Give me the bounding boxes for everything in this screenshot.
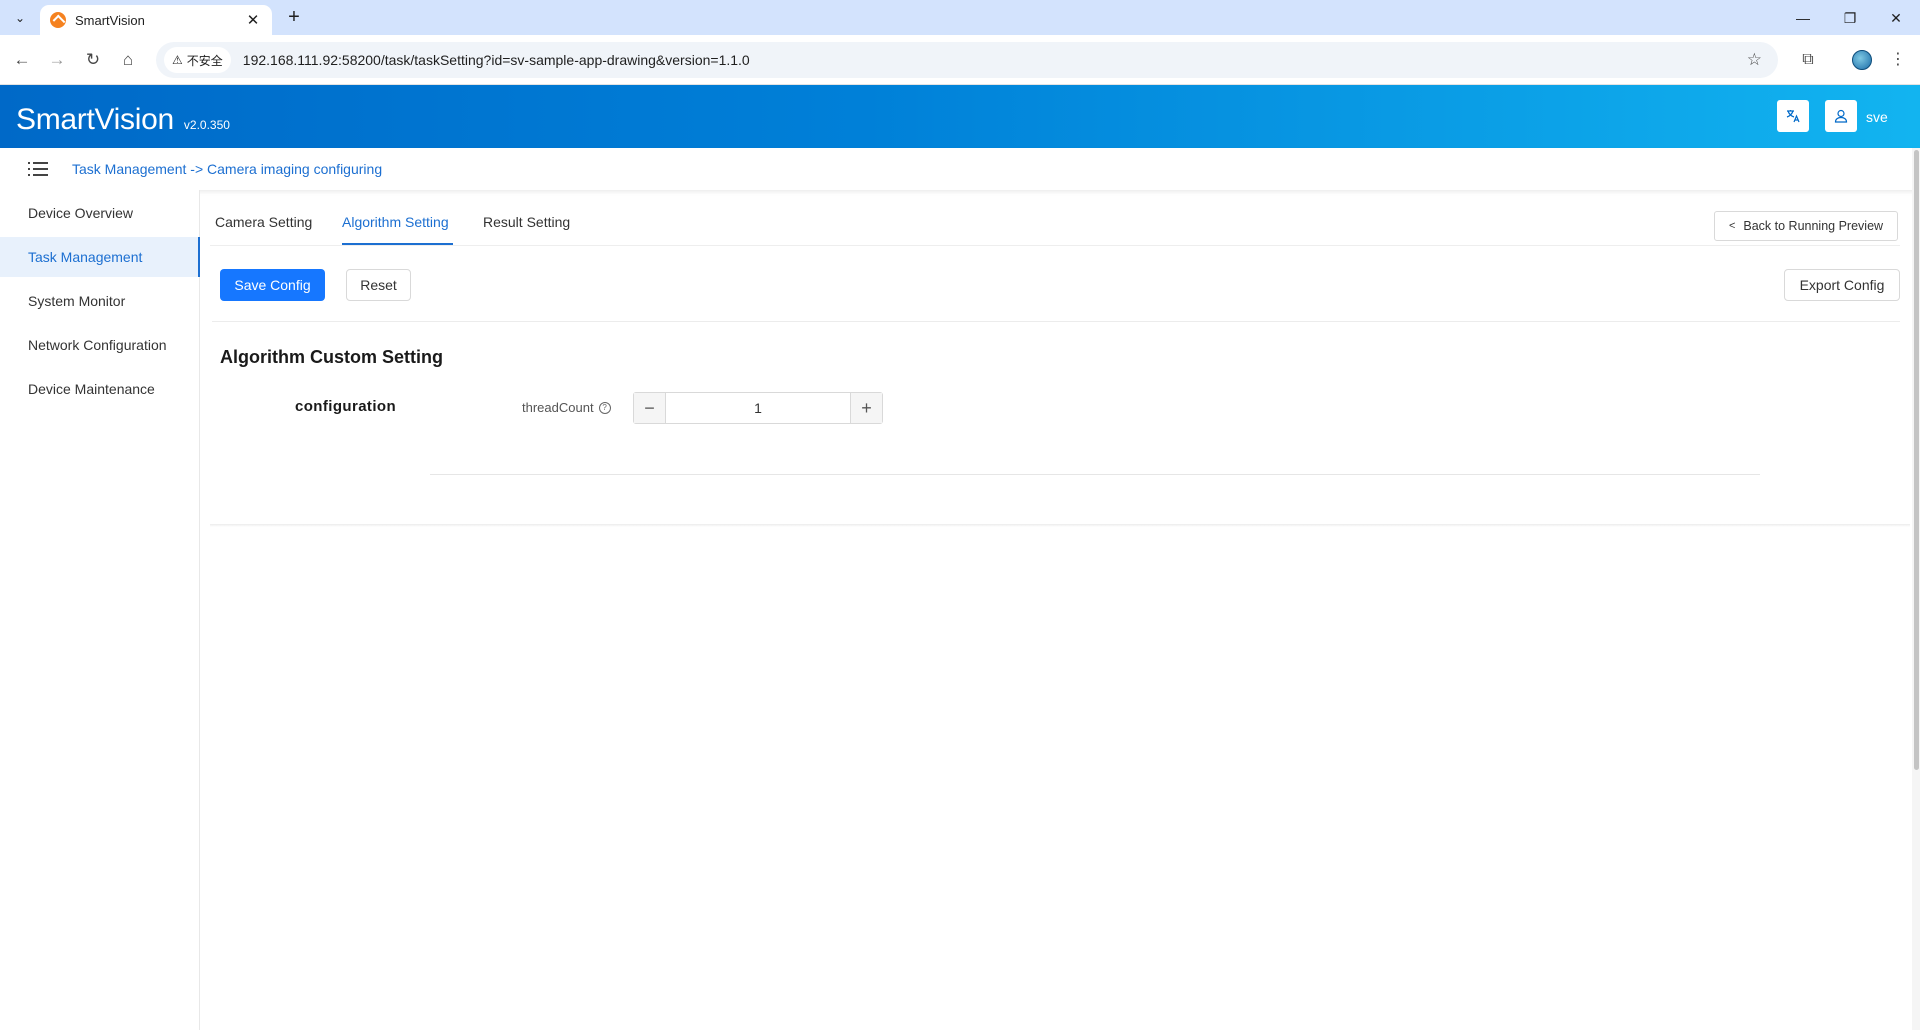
browser-tabstrip: ⌄ SmartVision ✕ + — ❐ ✕ [0,0,1920,35]
reload-icon[interactable]: ↻ [79,46,107,74]
username[interactable]: sve [1866,109,1888,125]
section-title: Algorithm Custom Setting [220,347,443,367]
app-header: SmartVision v2.0.350 sve [0,85,1920,148]
back-button-label: Back to Running Preview [1743,219,1884,233]
thread-count-label: threadCount ? [522,400,611,415]
new-tab-plus-icon[interactable]: + [282,6,306,30]
thread-count-input[interactable]: 1 [666,393,850,423]
tab-search-chevron-icon[interactable]: ⌄ [7,6,33,30]
extensions-puzzle-icon[interactable]: ⧉ [1794,46,1822,74]
close-window-icon[interactable]: ✕ [1873,6,1919,30]
config-group-label: configuration [295,398,397,415]
thread-count-stepper[interactable]: − 1 + [633,392,883,424]
breadcrumb-bar: Task Management -> Camera imaging config… [0,148,1920,190]
breadcrumb[interactable]: Task Management -> Camera imaging config… [72,161,382,177]
url-text[interactable]: 192.168.111.92:58200/task/taskSetting?id… [243,52,1747,68]
smartvision-favicon-icon [50,12,66,28]
save-config-button[interactable]: Save Config [220,269,325,301]
profile-avatar-icon[interactable] [1852,50,1872,70]
restore-icon[interactable]: ❐ [1827,6,1873,30]
reset-button[interactable]: Reset [346,269,411,301]
minimize-icon[interactable]: — [1780,6,1826,30]
toolbar-divider [212,321,1900,322]
sidebar: Device Overview Task Management System M… [0,190,200,1030]
brand-name: SmartVision [16,103,174,136]
section-divider [430,474,1760,475]
tab-camera-setting[interactable]: Camera Setting [215,214,312,230]
export-config-button[interactable]: Export Config [1784,269,1900,301]
sidebar-item-device-maintenance[interactable]: Device Maintenance [0,369,200,409]
settings-tabs: Camera Setting Algorithm Setting Result … [210,195,1900,246]
browser-tab-title: SmartVision [75,12,145,28]
user-glyph-icon [1834,109,1848,123]
page-scrollbar-thumb[interactable] [1914,150,1919,770]
back-arrow-icon[interactable]: ← [8,46,36,74]
translate-glyph-icon [1786,110,1800,123]
increment-plus-icon[interactable]: + [850,393,882,423]
bookmark-star-icon[interactable]: ☆ [1747,50,1762,70]
insecure-label: 不安全 [186,53,223,68]
language-translate-icon[interactable] [1777,100,1809,132]
card-bottom-edge [210,524,1910,527]
brand-logo: SmartVision v2.0.350 [16,103,230,137]
back-to-running-preview-button[interactable]: < Back to Running Preview [1714,211,1898,241]
active-tab-indicator [342,243,453,245]
close-tab-icon[interactable]: ✕ [244,11,262,29]
sidebar-item-network-configuration[interactable]: Network Configuration [0,325,200,365]
browser-toolbar: ← → ↻ ⌂ ⚠ 不安全 192.168.111.92:58200/task/… [0,35,1920,85]
chevron-left-icon: < [1728,220,1736,232]
home-icon[interactable]: ⌂ [114,46,142,74]
thread-count-label-text: threadCount [522,400,594,415]
menu-toggle-icon[interactable] [28,161,48,177]
sidebar-item-system-monitor[interactable]: System Monitor [0,281,200,321]
sidebar-item-task-management[interactable]: Task Management [0,237,200,277]
browser-menu-icon[interactable]: ⋮ [1884,46,1912,74]
address-bar[interactable]: ⚠ 不安全 192.168.111.92:58200/task/taskSett… [156,42,1778,78]
warning-triangle-icon: ⚠ [172,53,183,67]
site-info-chip[interactable]: ⚠ 不安全 [164,47,231,73]
user-icon[interactable] [1825,100,1857,132]
brand-version: v2.0.350 [183,118,230,132]
tab-algorithm-setting[interactable]: Algorithm Setting [342,214,449,230]
sidebar-item-device-overview[interactable]: Device Overview [0,193,200,233]
tab-result-setting[interactable]: Result Setting [483,214,570,230]
browser-tab[interactable]: SmartVision ✕ [40,5,272,35]
decrement-minus-icon[interactable]: − [634,393,666,423]
forward-arrow-icon[interactable]: → [43,46,71,74]
help-question-icon[interactable]: ? [598,401,611,414]
